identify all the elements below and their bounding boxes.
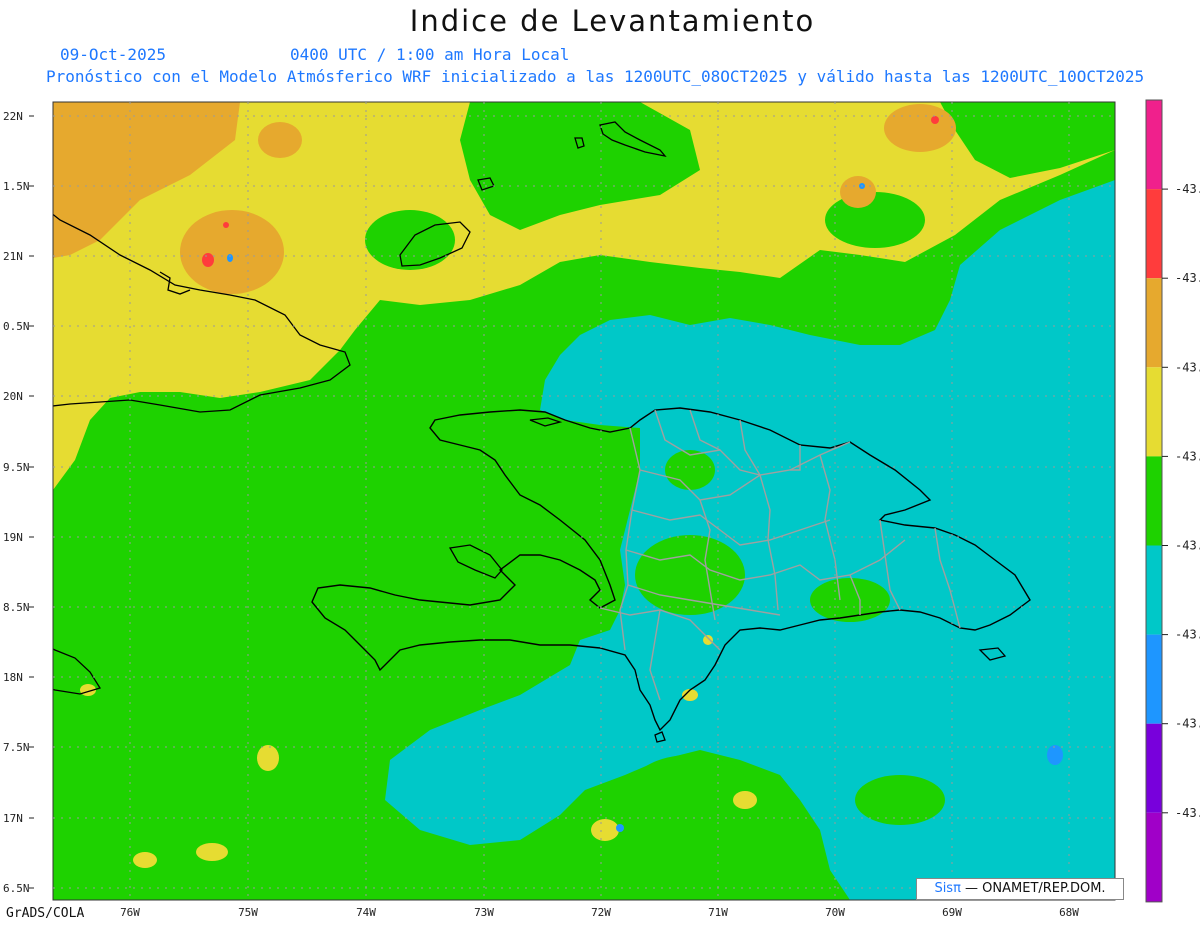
lon-label: 75W — [238, 906, 258, 919]
colorbar-label: -43.3 — [1175, 360, 1200, 374]
credit-box: Sisπ — ONAMET/REP.DOM. — [916, 878, 1124, 900]
grads-footer: GrADS/COLA — [6, 906, 85, 921]
lat-label: 1.5N — [3, 180, 30, 193]
lon-label: 74W — [356, 906, 376, 919]
lifted-index-map: 22N 1.5N 21N 0.5N 20N 9.5N 19N 8.5N 18N 7.5N 17N 6.… — [3, 99, 1200, 919]
colorbar-box — [1146, 723, 1162, 813]
colorbar-box — [1146, 456, 1162, 546]
field-blue-spot — [616, 824, 624, 832]
colorbar-label: -43.5 — [1175, 539, 1200, 553]
field-orange-blob — [180, 210, 284, 294]
lon-label: 72W — [591, 906, 611, 919]
lat-label: 7.5N — [3, 741, 30, 754]
colorbar-label: -43.1 — [1175, 182, 1200, 196]
credit-brand: Sisπ — [934, 881, 961, 896]
field-green-blob — [365, 210, 455, 270]
colorbar-label: -43.4 — [1175, 449, 1200, 463]
colorbar-box — [1146, 100, 1162, 190]
field-green-patch — [630, 755, 750, 825]
colorbar-labels: -43.1 -43.2 -43.3 -43.4 -43.5 -43.6 -43.7 -43.8 — [1162, 182, 1200, 820]
colorbar — [1145, 99, 1163, 903]
field-red-spot — [223, 222, 229, 228]
field-yellow-blob — [133, 852, 157, 868]
lat-label: 0.5N — [3, 320, 30, 333]
lon-label: 71W — [708, 906, 728, 919]
field-yellow-blob — [591, 819, 619, 841]
field-red-spot — [202, 253, 214, 267]
lat-label: 18N — [3, 671, 23, 684]
lat-label: 9.5N — [3, 461, 30, 474]
lat-label: 6.5N — [3, 882, 30, 895]
lat-label: 17N — [3, 812, 23, 825]
colorbar-label: -43.2 — [1175, 271, 1200, 285]
lon-label: 70W — [825, 906, 845, 919]
lat-label: 19N — [3, 531, 23, 544]
field-layer — [53, 102, 1115, 900]
colorbar-box — [1146, 367, 1162, 457]
lon-label: 76W — [120, 906, 140, 919]
field-yellow-blob — [733, 791, 757, 809]
field-green-blob — [825, 192, 925, 248]
latitude-labels: 22N 1.5N 21N 0.5N 20N 9.5N 19N 8.5N 18N 7.5N 17N 6.… — [3, 110, 34, 895]
colorbar-label: -43.6 — [1175, 628, 1200, 642]
lat-label: 8.5N — [3, 601, 30, 614]
field-green-patch — [855, 775, 945, 825]
field-blue-spot — [1047, 745, 1063, 765]
field-orange-blob — [840, 176, 876, 208]
lon-label: 69W — [942, 906, 962, 919]
colorbar-box — [1146, 634, 1162, 724]
lat-label: 20N — [3, 390, 23, 403]
lat-label: 22N — [3, 110, 23, 123]
field-orange-blob — [884, 104, 956, 152]
lon-label: 73W — [474, 906, 494, 919]
field-yellow-blob — [196, 843, 228, 861]
lon-label: 68W — [1059, 906, 1079, 919]
colorbar-box — [1146, 545, 1162, 635]
field-orange-blob — [258, 122, 302, 158]
colorbar-box — [1146, 189, 1162, 279]
longitude-labels: 76W 75W 74W 73W 72W 71W 70W 69W 68W — [120, 906, 1079, 919]
field-red-spot — [931, 116, 939, 124]
lat-label: 21N — [3, 250, 23, 263]
colorbar-box — [1146, 278, 1162, 368]
colorbar-label: -43.8 — [1175, 806, 1200, 820]
field-yellow-blob — [257, 745, 279, 771]
colorbar-box — [1146, 812, 1162, 902]
field-blue-spot — [227, 254, 233, 262]
colorbar-label: -43.7 — [1175, 717, 1200, 731]
credit-text: — ONAMET/REP.DOM. — [960, 881, 1106, 896]
